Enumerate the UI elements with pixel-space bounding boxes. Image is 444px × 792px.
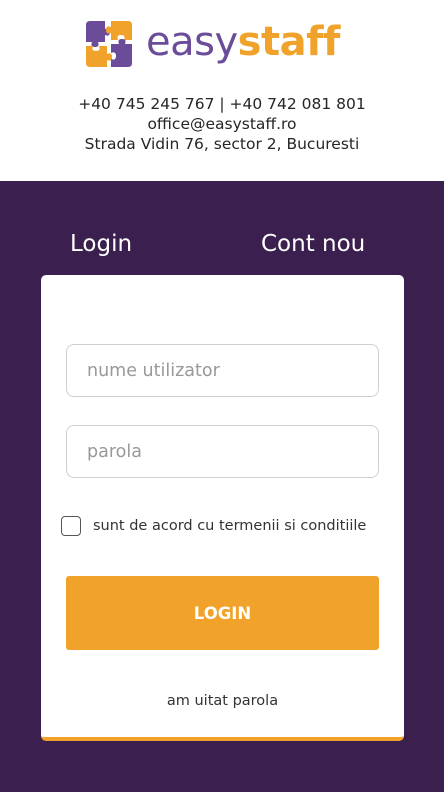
brand-part-easy: easy (146, 19, 238, 65)
password-input[interactable] (66, 425, 379, 478)
username-input[interactable] (66, 344, 379, 397)
contact-phones: +40 745 245 767 | +40 742 081 801 (78, 95, 366, 113)
forgot-password-link[interactable]: am uitat parola (41, 693, 404, 709)
logo[interactable]: easystaff (84, 17, 340, 71)
tab-register[interactable]: Cont nou (261, 231, 365, 257)
contact-email[interactable]: office@easystaff.ro (0, 114, 444, 134)
login-card: sunt de acord cu termenii si conditiile … (41, 275, 404, 741)
login-button[interactable]: LOGIN (66, 576, 379, 650)
checkbox-icon[interactable] (61, 516, 81, 536)
terms-agreement[interactable]: sunt de acord cu termenii si conditiile (61, 516, 366, 536)
contact-address: Strada Vidin 76, sector 2, Bucuresti (84, 135, 360, 153)
terms-label: sunt de acord cu termenii si conditiile (93, 518, 367, 534)
contact-info: +40 745 245 767 | +40 742 081 801 office… (0, 94, 444, 154)
brand-wordmark: easystaff (146, 22, 340, 62)
puzzle-logo-icon (86, 21, 132, 67)
header: easystaff +40 745 245 767 | +40 742 081 … (0, 0, 444, 181)
auth-tabs: Login Cont nou (0, 231, 444, 265)
brand-part-staff: staff (237, 19, 341, 65)
tab-login[interactable]: Login (70, 231, 132, 257)
